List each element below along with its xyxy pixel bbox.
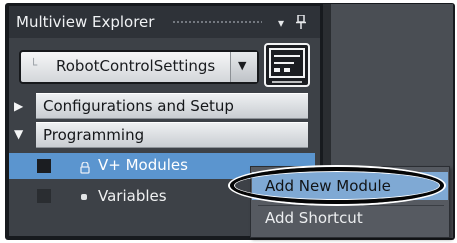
- tree-item-variables[interactable]: Variables: [98, 186, 167, 206]
- controller-icon[interactable]: [264, 43, 310, 87]
- checkbox-icon[interactable]: [37, 189, 51, 203]
- module-icon: [80, 159, 90, 174]
- menu-item-add-shortcut[interactable]: Add Shortcut: [265, 208, 363, 228]
- panel-title: Multiview Explorer: [16, 13, 155, 31]
- expand-arrow-icon[interactable]: ▶: [14, 100, 23, 112]
- device-selector-dropdown-button[interactable]: ▼: [230, 52, 257, 82]
- tree-item-label: Programming: [43, 126, 145, 144]
- chevron-down-icon: ▼: [238, 59, 247, 72]
- drag-grip[interactable]: [172, 20, 262, 24]
- tree-item-label: V+ Modules: [98, 156, 188, 174]
- variables-icon: [81, 194, 87, 200]
- device-tree-icon: └: [30, 58, 38, 72]
- highlight-callout-ellipse: [230, 167, 444, 204]
- tree-item-label: Configurations and Setup: [43, 97, 234, 115]
- pin-icon[interactable]: [296, 14, 306, 29]
- panel-menu-icon[interactable]: ▾: [278, 17, 284, 29]
- device-selector-value: RobotControlSettings: [56, 57, 216, 75]
- collapse-arrow-icon[interactable]: ▼: [14, 128, 23, 140]
- checkbox-icon[interactable]: [37, 159, 51, 173]
- menu-separator: [258, 205, 444, 206]
